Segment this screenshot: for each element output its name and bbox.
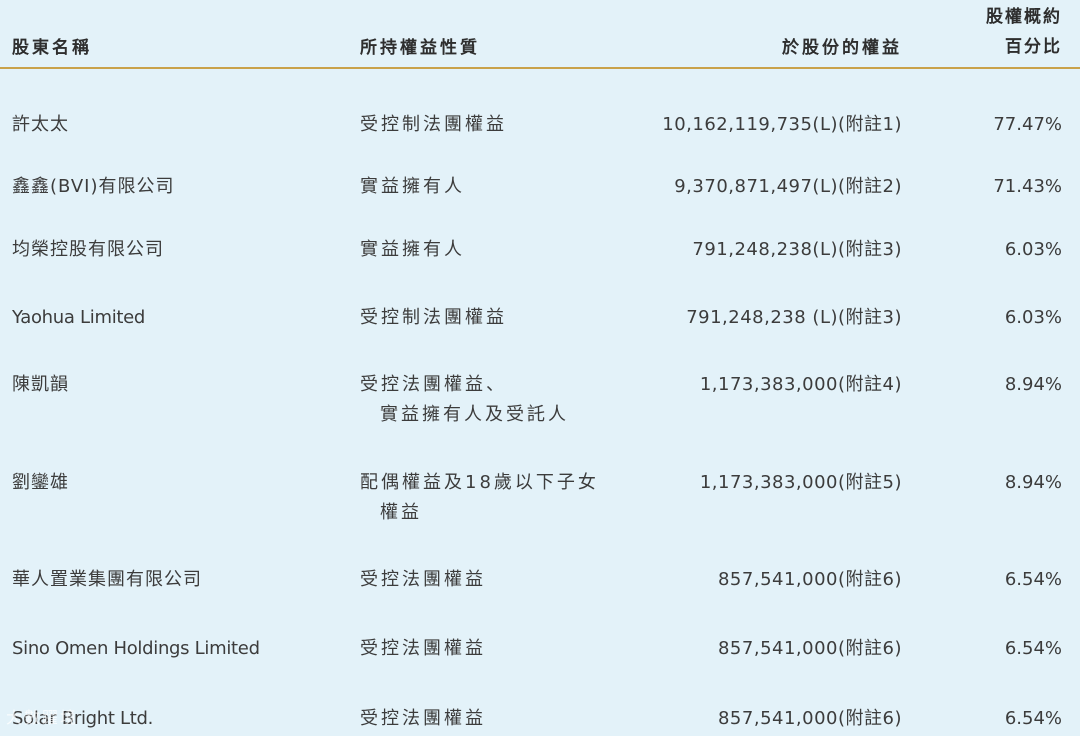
shareholder-name: 鑫鑫(BVI)有限公司 — [12, 176, 175, 197]
interest-in-shares: 857,541,000(附註6) — [717, 569, 902, 590]
approx-percentage: 6.54% — [1004, 708, 1062, 729]
shareholder-name: Sino Omen Holdings Limited — [12, 638, 260, 659]
nature-line1: 受控制法團權益 — [360, 114, 507, 135]
approx-percentage: 6.03% — [1004, 239, 1062, 260]
shareholder-name: 均榮控股有限公司 — [12, 239, 164, 260]
nature-of-interest: 實益擁有人 — [360, 172, 465, 202]
shareholder-name: Yaohua Limited — [12, 307, 146, 328]
header-nature-of-interest: 所持權益性質 — [360, 38, 480, 58]
approx-percentage: 8.94% — [1004, 472, 1062, 493]
approx-percentage: 71.43% — [993, 176, 1062, 197]
nature-of-interest: 實益擁有人 — [360, 235, 465, 265]
table-header: 股東名稱 所持權益性質 於股份的權益 股權概約 百分比 — [0, 0, 1080, 70]
nature-line1: 實益擁有人 — [360, 176, 465, 197]
nature-line1: 受控法團權益 — [360, 638, 486, 659]
interest-in-shares: 1,173,383,000(附註5) — [699, 472, 902, 493]
interest-in-shares: 10,162,119,735(L)(附註1) — [662, 114, 902, 135]
nature-line1: 配偶權益及18歲以下子女 — [360, 472, 599, 493]
header-interest-in-shares: 於股份的權益 — [782, 38, 902, 58]
nature-of-interest: 受控制法團權益 — [360, 110, 507, 140]
interest-in-shares: 9,370,871,497(L)(附註2) — [674, 176, 902, 197]
header-shareholder-name: 股東名稱 — [12, 38, 92, 58]
shareholder-name: 陳凱韻 — [12, 374, 69, 395]
header-approx-percentage: 股權概約 百分比 — [986, 2, 1062, 62]
header-pct-line1: 股權概約 — [986, 7, 1062, 27]
nature-of-interest: 受控法團權益 — [360, 565, 486, 595]
approx-percentage: 6.54% — [1004, 569, 1062, 590]
nature-line1: 實益擁有人 — [360, 239, 465, 260]
shareholder-name: 許太太 — [12, 114, 69, 135]
approx-percentage: 8.94% — [1004, 374, 1062, 395]
nature-of-interest: 受控法團權益 — [360, 704, 486, 734]
header-pct-line2: 百分比 — [1005, 37, 1062, 57]
interest-in-shares: 1,173,383,000(附註4) — [699, 374, 902, 395]
nature-line1: 受控法團權益 — [360, 708, 486, 729]
interest-in-shares: 857,541,000(附註6) — [717, 708, 902, 729]
nature-line2: 實益擁有人及受託人 — [380, 404, 569, 425]
nature-line2: 權益 — [380, 502, 422, 523]
interest-in-shares: 791,248,238(L)(附註3) — [692, 239, 902, 260]
shareholder-name: 劉鑾雄 — [12, 472, 69, 493]
nature-line1: 受控制法團權益 — [360, 307, 507, 328]
nature-of-interest: 受控法團權益 — [360, 634, 486, 664]
nature-of-interest: 受控法團權益、 實益擁有人及受託人 — [360, 370, 569, 430]
nature-of-interest: 受控制法團權益 — [360, 303, 507, 333]
nature-line1: 受控法團權益、 — [360, 374, 507, 395]
approx-percentage: 6.03% — [1004, 307, 1062, 328]
nature-of-interest: 配偶權益及18歲以下子女 權益 — [360, 468, 599, 528]
interest-in-shares: 857,541,000(附註6) — [717, 638, 902, 659]
watermark: 大數躍境 — [6, 708, 79, 727]
interest-in-shares: 791,248,238 (L)(附註3) — [686, 307, 902, 328]
approx-percentage: 77.47% — [993, 114, 1062, 135]
approx-percentage: 6.54% — [1004, 638, 1062, 659]
header-divider — [0, 67, 1080, 69]
nature-line1: 受控法團權益 — [360, 569, 486, 590]
shareholder-name: 華人置業集團有限公司 — [12, 569, 202, 590]
